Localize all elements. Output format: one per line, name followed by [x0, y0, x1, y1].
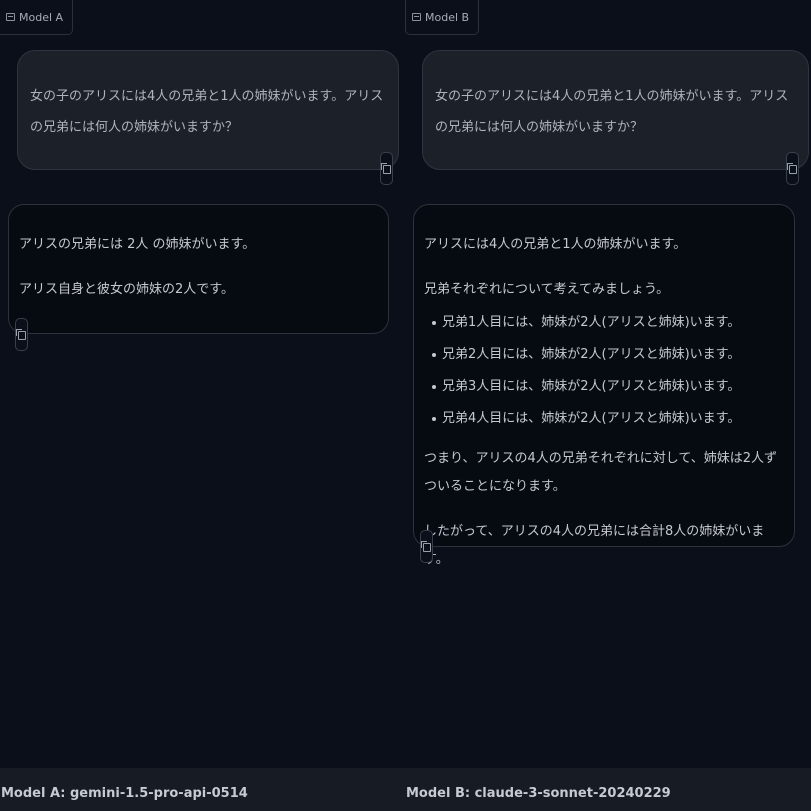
model-a-response-copy-button[interactable] — [15, 318, 28, 351]
model-b-pane: Model B 女の子のアリスには4人の兄弟と1人の姉妹がいます。アリスの兄弟に… — [405, 0, 810, 768]
model-b-user-message: 女の子のアリスには4人の兄弟と1人の姉妹がいます。アリスの兄弟には何人の姉妹がい… — [422, 50, 809, 170]
list-item: 兄弟2人目には、姉妹が2人(アリスと姉妹)います。 — [432, 339, 782, 371]
list-item: 兄弟3人目には、姉妹が2人(アリスと姉妹)います。 — [432, 371, 782, 403]
model-b-tab-label: Model B — [425, 10, 470, 24]
model-b-response-p3: つまり、アリスの4人の兄弟それぞれに対して、姉妹は2人ずついることになります。 — [424, 451, 777, 494]
model-a-tab[interactable]: Model A — [0, 0, 74, 35]
copy-icon — [787, 163, 797, 174]
model-b-tab[interactable]: Model B — [405, 0, 480, 35]
model-a-response-p2: アリス自身と彼女の姉妹の2人です。 — [19, 282, 234, 297]
model-a-name: Model A: gemini-1.5-pro-api-0514 — [1, 786, 248, 801]
model-a-user-message: 女の子のアリスには4人の兄弟と1人の姉妹がいます。アリスの兄弟には何人の姉妹がい… — [17, 50, 399, 170]
copy-icon — [421, 541, 431, 552]
model-a-user-copy-button[interactable] — [380, 152, 393, 185]
model-a-pane: Model A 女の子のアリスには4人の兄弟と1人の姉妹がいます。アリスの兄弟に… — [0, 0, 406, 768]
model-b-response-p2: 兄弟それぞれについて考えてみましょう。 — [424, 282, 670, 297]
model-footer: Model A: gemini-1.5-pro-api-0514 Model B… — [0, 768, 811, 811]
model-b-response-list: 兄弟1人目には、姉妹が2人(アリスと姉妹)います。 兄弟2人目には、姉妹が2人(… — [424, 307, 782, 435]
chat-icon — [412, 13, 421, 21]
model-a-response: アリスの兄弟には 2人 の姉妹がいます。 アリス自身と彼女の姉妹の2人です。 — [8, 204, 389, 334]
model-b-user-copy-button[interactable] — [786, 152, 799, 185]
model-b-response-copy-button[interactable] — [420, 530, 433, 563]
list-item: 兄弟4人目には、姉妹が2人(アリスと姉妹)います。 — [432, 403, 782, 435]
model-b-response-p1: アリスには4人の兄弟と1人の姉妹がいます。 — [424, 237, 687, 252]
model-b-response: アリスには4人の兄弟と1人の姉妹がいます。 兄弟それぞれについて考えてみましょう… — [413, 204, 795, 567]
model-a-response-p1: アリスの兄弟には 2人 の姉妹がいます。 — [19, 237, 256, 252]
model-b-name: Model B: claude-3-sonnet-20240229 — [406, 786, 671, 801]
copy-icon — [381, 163, 391, 174]
model-b-response-p4: したがって、アリスの4人の兄弟には合計8人の姉妹がいます。 — [424, 524, 765, 567]
chat-icon — [6, 13, 15, 21]
list-item: 兄弟1人目には、姉妹が2人(アリスと姉妹)います。 — [432, 307, 782, 339]
copy-icon — [16, 329, 26, 340]
model-a-tab-label: Model A — [19, 10, 64, 24]
